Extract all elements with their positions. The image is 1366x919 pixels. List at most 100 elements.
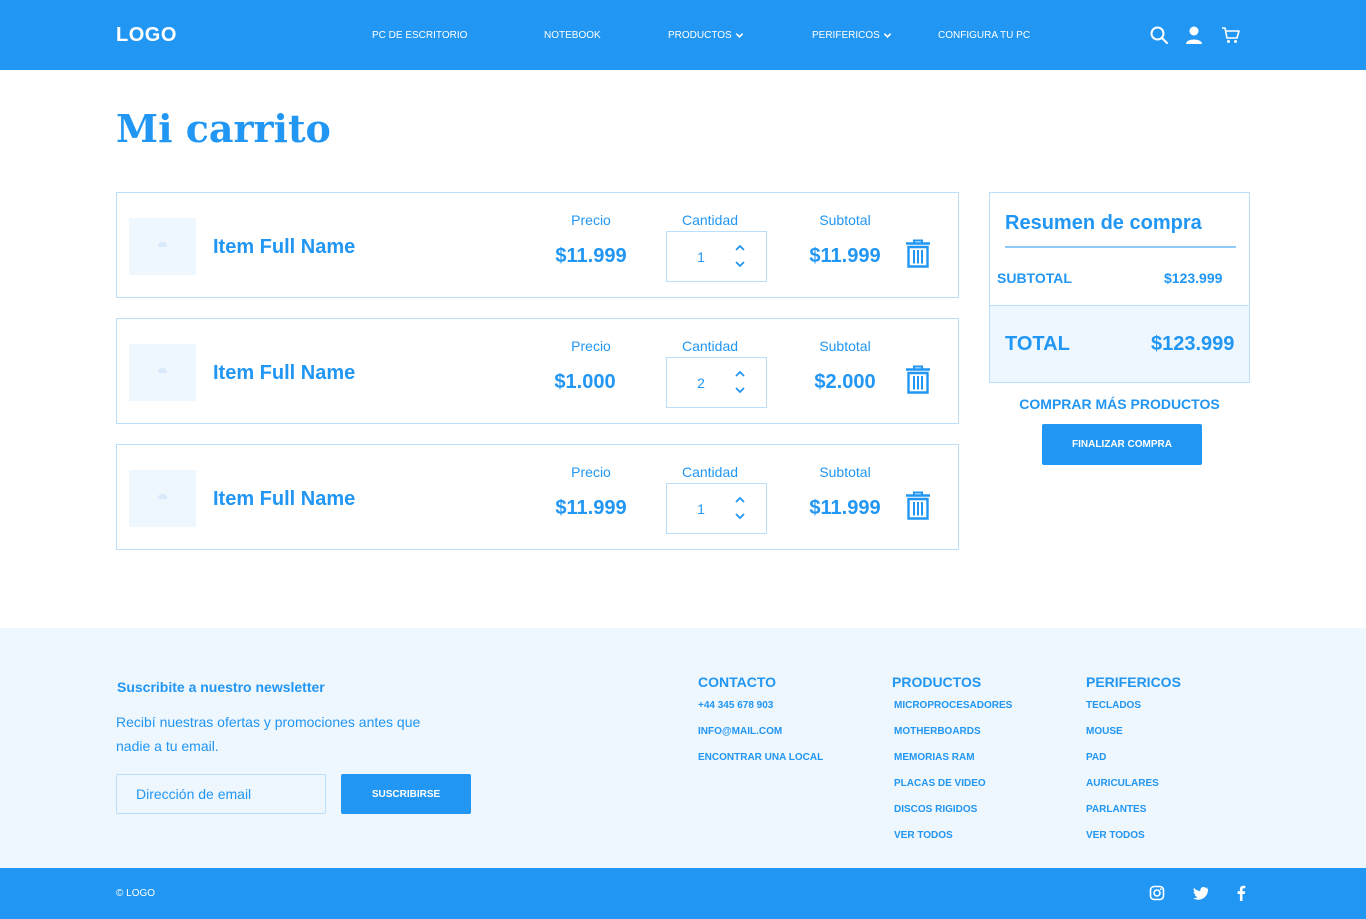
find-store-link[interactable]: ENCONTRAR UNA LOCAL <box>698 752 823 763</box>
item-subtotal: $2.000 <box>814 371 876 393</box>
item-subtotal: $11.999 <box>809 497 881 519</box>
chevron-up-icon <box>735 244 745 251</box>
subtotal-label: Subtotal <box>819 212 871 228</box>
peripherals-link[interactable]: PARLANTES <box>1086 804 1146 815</box>
quantity-stepper[interactable]: 1 <box>666 231 767 282</box>
quantity-value[interactable]: 2 <box>667 375 735 391</box>
nav-label: NOTEBOOK <box>544 30 601 41</box>
quantity-value[interactable]: 1 <box>667 249 735 265</box>
quantity-value[interactable]: 1 <box>667 501 735 517</box>
quantity-stepper[interactable]: 2 <box>666 357 767 408</box>
newsletter-description: Recibí nuestras ofertas y promociones an… <box>116 714 421 754</box>
products-link[interactable]: MICROPROCESADORES <box>894 700 1012 711</box>
summary-total-box: TOTAL $123.999 <box>990 305 1249 382</box>
logo[interactable]: LOGO <box>116 24 177 47</box>
quantity-label: Cantidad <box>681 464 739 480</box>
quantity-label: Cantidad <box>681 212 739 228</box>
nav-pc-de-escritorio[interactable]: PC DE ESCRITORIO <box>372 30 467 41</box>
trash-icon[interactable] <box>905 239 931 268</box>
price-label: Precio <box>571 464 611 480</box>
nav-configura-tu-pc[interactable]: CONFIGURA TU PC <box>938 30 1030 41</box>
cart-item: Item Full Name Precio $11.999 Cantidad 1… <box>116 192 959 298</box>
cart-item: Item Full Name Precio $1.000 Cantidad 2 … <box>116 318 959 424</box>
product-thumbnail <box>129 218 196 275</box>
chevron-down-icon <box>735 387 745 394</box>
summary-subtotal-label: SUBTOTAL <box>997 270 1072 286</box>
summary-total-label: TOTAL <box>1005 333 1070 355</box>
quantity-increase-button[interactable] <box>733 368 747 380</box>
products-title: PRODUCTOS <box>892 674 982 690</box>
page-title: Mi carrito <box>116 106 331 151</box>
checkout-button[interactable]: FINALIZAR COMPRA <box>1042 424 1202 465</box>
item-name: Item Full Name <box>213 236 356 258</box>
item-price: $11.999 <box>555 245 627 267</box>
peripherals-link[interactable]: TECLADOS <box>1086 700 1141 711</box>
summary-title: Resumen de compra <box>1005 212 1202 234</box>
nav-notebook[interactable]: NOTEBOOK <box>544 30 601 41</box>
quantity-decrease-button[interactable] <box>733 384 747 396</box>
chevron-down-icon <box>883 33 892 38</box>
newsletter-title: Suscribite a nuestro newsletter <box>117 679 325 695</box>
price-label: Precio <box>571 338 611 354</box>
products-link[interactable]: MEMORIAS RAM <box>894 752 975 763</box>
trash-icon[interactable] <box>905 491 931 520</box>
chevron-down-icon <box>735 513 745 520</box>
peripherals-link[interactable]: AURICULARES <box>1086 778 1159 789</box>
top-navbar: LOGO PC DE ESCRITORIO NOTEBOOK PRODUCTOS… <box>0 0 1366 70</box>
user-icon[interactable] <box>1184 25 1204 45</box>
peripherals-view-all-link[interactable]: VER TODOS <box>1086 830 1145 841</box>
peripherals-title: PERIFERICOS <box>1086 674 1181 690</box>
buy-more-products-link[interactable]: COMPRAR MÁS PRODUCTOS <box>989 396 1250 412</box>
item-name: Item Full Name <box>213 488 356 510</box>
chevron-up-icon <box>735 496 745 503</box>
peripherals-link[interactable]: MOUSE <box>1086 726 1123 737</box>
chevron-up-icon <box>735 370 745 377</box>
newsletter-email-input[interactable] <box>116 774 326 814</box>
quantity-stepper[interactable]: 1 <box>666 483 767 534</box>
item-subtotal: $11.999 <box>809 245 881 267</box>
nav-perifericos[interactable]: PERIFERICOS <box>812 30 892 41</box>
footer: Suscribite a nuestro newsletter Recibí n… <box>0 628 1366 868</box>
cart-item: Item Full Name Precio $11.999 Cantidad 1… <box>116 444 959 550</box>
item-price: $1.000 <box>554 371 616 393</box>
products-link[interactable]: DISCOS RIGIDOS <box>894 804 977 815</box>
summary-total-value: $123.999 <box>1151 333 1235 355</box>
trash-icon[interactable] <box>905 365 931 394</box>
nav-label: PERIFERICOS <box>812 30 880 41</box>
chevron-down-icon <box>735 261 745 268</box>
subtotal-label: Subtotal <box>819 338 871 354</box>
price-label: Precio <box>571 212 611 228</box>
product-thumbnail <box>129 344 196 401</box>
chevron-down-icon <box>735 33 743 38</box>
quantity-decrease-button[interactable] <box>733 510 747 522</box>
contact-title: CONTACTO <box>698 674 777 690</box>
nav-label: CONFIGURA TU PC <box>938 30 1031 41</box>
summary-divider <box>1005 246 1236 248</box>
twitter-icon[interactable] <box>1193 885 1209 901</box>
footer-bottom-bar: © LOGO <box>0 868 1366 919</box>
nav-productos[interactable]: PRODUCTOS <box>668 30 744 41</box>
cart-icon[interactable] <box>1221 25 1241 45</box>
products-link[interactable]: MOTHERBOARDS <box>894 726 981 737</box>
peripherals-link[interactable]: PAD <box>1086 752 1106 763</box>
search-icon[interactable] <box>1149 25 1169 45</box>
quantity-increase-button[interactable] <box>733 494 747 506</box>
quantity-decrease-button[interactable] <box>733 258 747 270</box>
subscribe-button[interactable]: SUSCRIBIRSE <box>341 774 471 814</box>
quantity-label: Cantidad <box>681 338 739 354</box>
item-name: Item Full Name <box>213 362 356 384</box>
nav-label: PC DE ESCRITORIO <box>372 30 468 41</box>
order-summary: Resumen de compra SUBTOTAL $123.999 TOTA… <box>989 192 1250 383</box>
product-thumbnail <box>129 470 196 527</box>
quantity-increase-button[interactable] <box>733 242 747 254</box>
products-link[interactable]: PLACAS DE VIDEO <box>894 778 986 789</box>
copyright: © LOGO <box>116 888 156 899</box>
summary-subtotal-value: $123.999 <box>1164 270 1223 286</box>
facebook-icon[interactable] <box>1233 885 1249 901</box>
nav-label: PRODUCTOS <box>668 30 732 41</box>
instagram-icon[interactable] <box>1149 885 1165 901</box>
item-price: $11.999 <box>555 497 627 519</box>
contact-phone-link[interactable]: +44 345 678 903 <box>698 700 773 711</box>
contact-email-link[interactable]: INFO@MAIL.COM <box>698 726 782 737</box>
products-view-all-link[interactable]: VER TODOS <box>894 830 953 841</box>
